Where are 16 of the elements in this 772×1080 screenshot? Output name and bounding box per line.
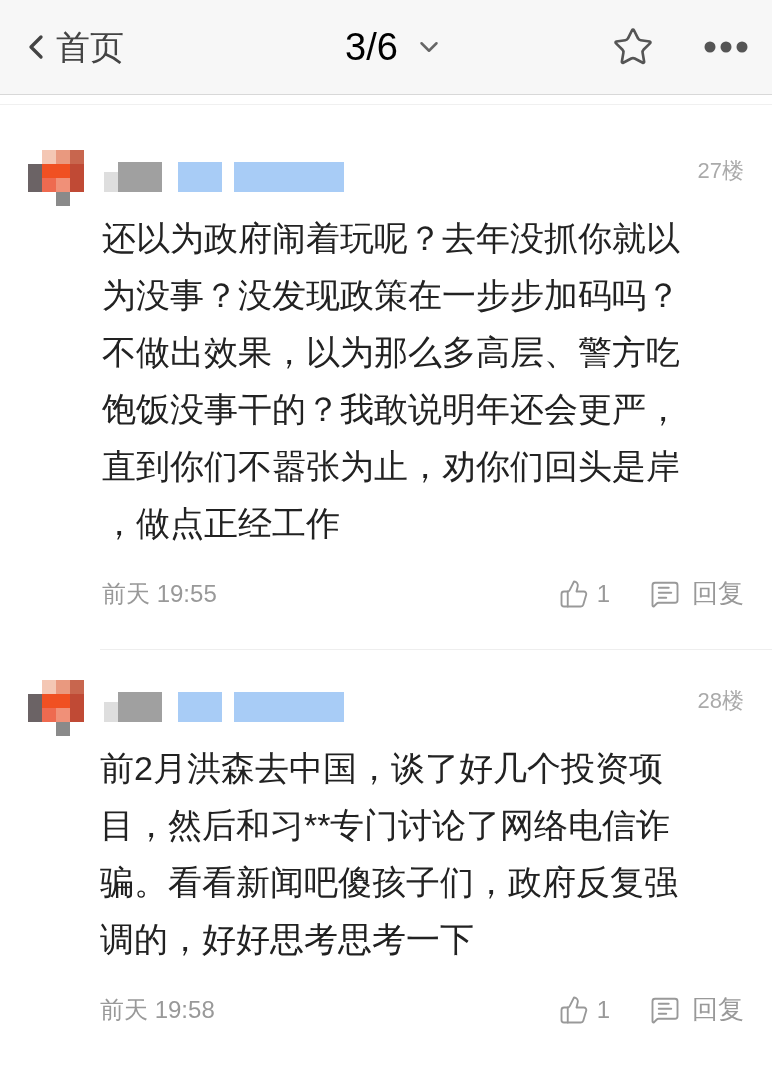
like-button[interactable]: 1 [558, 991, 610, 1028]
more-icon [704, 41, 748, 53]
comment-time: 前天 19:58 [100, 994, 215, 1025]
page-selector[interactable]: 3/6 [345, 18, 444, 76]
reply-button[interactable]: 回复 [650, 574, 744, 613]
like-button[interactable]: 1 [558, 575, 610, 612]
comment-text: 还以为政府闹着玩呢？去年没抓你就以 为没事？没发现政策在一步步加码吗？ 不做出效果，以为那么多高层、警方吃 饱饭没事干的？我敢说明年还会更严， 直到你们不嚣张为止，劝你们回头是岸 ，做点正经工作 [102, 218, 681, 544]
comment-text: 前2月洪森去中国，谈了好几个投资项 目，然后和习**专门讨论了网络电信诈 骗。看看新闻吧傻孩子们，政府反复强 调的，好好思考思考一下 [100, 748, 679, 960]
back-button[interactable]: 首页 [16, 21, 124, 73]
thumbs-up-icon [558, 994, 589, 1025]
floor-number: 27楼 [697, 157, 744, 185]
comment-time: 前天 19:55 [102, 578, 217, 609]
reply-button[interactable]: 回复 [650, 990, 744, 1029]
thumbs-up-icon [558, 578, 589, 609]
floor-number: 28楼 [697, 687, 744, 715]
more-button[interactable] [704, 41, 748, 53]
